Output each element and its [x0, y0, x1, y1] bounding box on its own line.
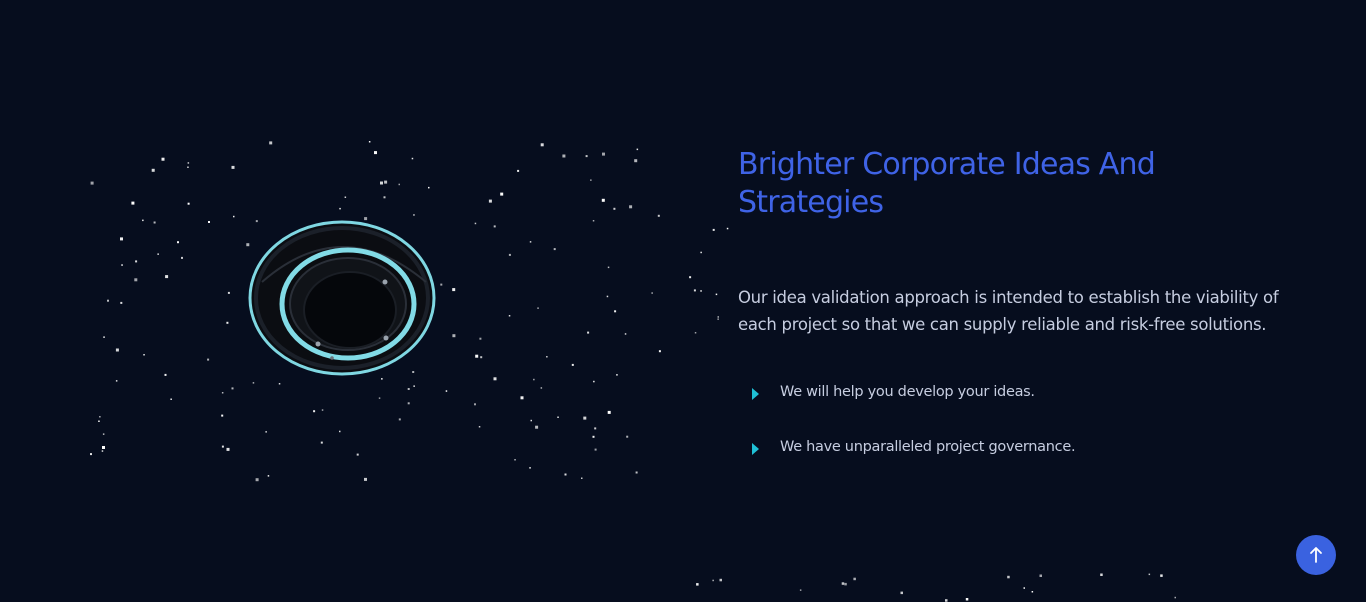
ring-illustration	[240, 212, 444, 382]
feature-item: We will help you develop your ideas.	[738, 382, 1298, 402]
feature-list: We will help you develop your ideas. We …	[738, 382, 1298, 457]
scroll-to-top-button[interactable]	[1296, 535, 1336, 575]
caret-right-icon	[752, 442, 759, 455]
page: Brighter Corporate Ideas And Strategies …	[0, 0, 1366, 602]
ring-graphic	[248, 220, 436, 376]
section-description: Our idea validation approach is intended…	[738, 288, 1279, 334]
caret-right-icon	[752, 387, 759, 400]
section-heading: Brighter Corporate Ideas And Strategies	[738, 147, 1156, 220]
arrow-up-icon	[1310, 547, 1322, 563]
feature-label: We have unparalleled project governance.	[780, 439, 1076, 455]
content-block: Brighter Corporate Ideas And Strategies …	[738, 146, 1298, 492]
feature-item: We have unparalleled project governance.	[738, 437, 1298, 457]
feature-label: We will help you develop your ideas.	[780, 384, 1035, 400]
